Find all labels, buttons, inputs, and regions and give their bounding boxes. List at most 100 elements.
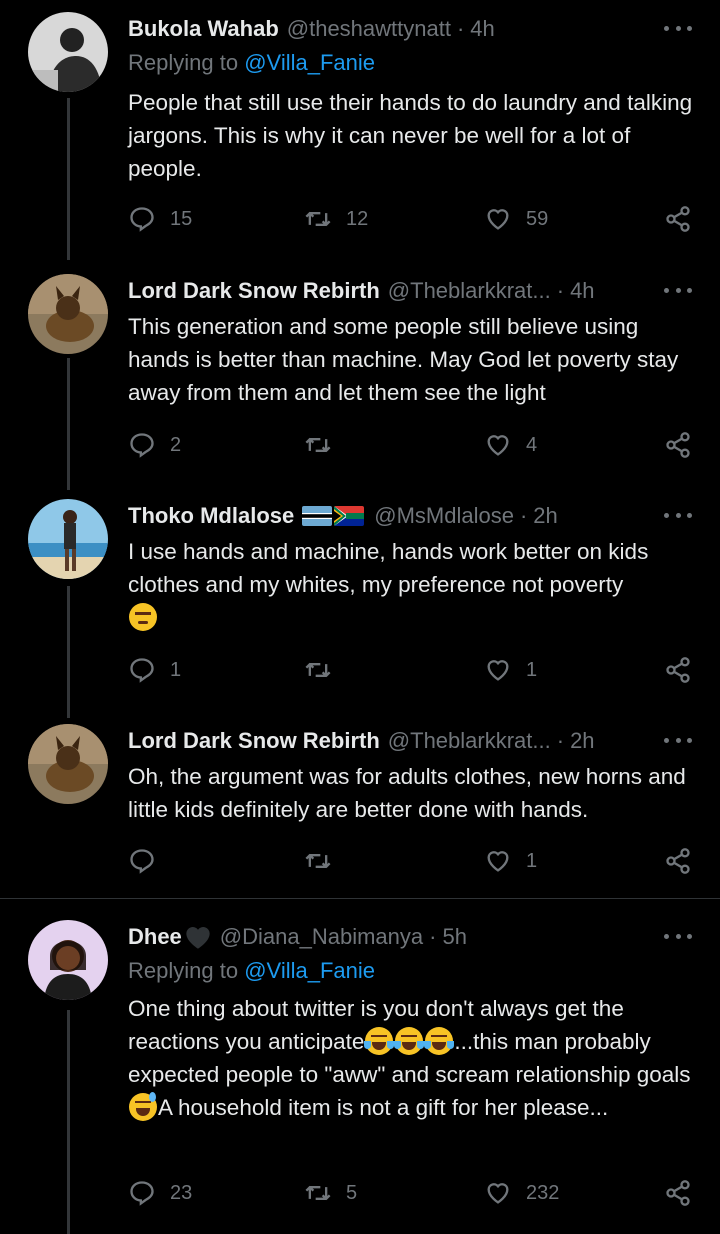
replying-to-link[interactable]: @Villa_Fanie bbox=[244, 50, 375, 75]
black-heart-icon bbox=[186, 927, 210, 949]
reply-button[interactable] bbox=[128, 844, 170, 878]
more-icon[interactable] bbox=[664, 16, 692, 40]
like-count: 1 bbox=[526, 658, 538, 681]
reply-icon bbox=[128, 847, 156, 875]
action-bar: 1 bbox=[128, 844, 693, 878]
thread-line bbox=[67, 586, 70, 718]
retweet-icon bbox=[304, 1179, 332, 1207]
separator-dot: · bbox=[429, 924, 437, 949]
share-icon bbox=[664, 656, 692, 684]
more-icon[interactable] bbox=[664, 924, 692, 948]
reply-count: 1 bbox=[170, 658, 182, 681]
retweet-button[interactable] bbox=[304, 653, 346, 687]
reply-icon bbox=[128, 1179, 156, 1207]
tweet-text: I use hands and machine, hands work bett… bbox=[128, 535, 698, 634]
share-button[interactable] bbox=[664, 653, 706, 687]
tears-of-joy-icon bbox=[364, 1027, 395, 1055]
separator-dot: · bbox=[556, 278, 565, 303]
tweet-text: Oh, the argument was for adults clothes,… bbox=[128, 764, 686, 822]
share-button[interactable] bbox=[664, 1176, 706, 1210]
retweet-button[interactable]: 12 bbox=[304, 202, 368, 236]
thread-line bbox=[67, 358, 70, 490]
like-button[interactable]: 1 bbox=[484, 653, 537, 687]
heart-icon bbox=[484, 656, 512, 684]
more-icon[interactable] bbox=[664, 278, 692, 302]
timestamp[interactable]: 2h bbox=[570, 728, 594, 754]
reply-icon bbox=[128, 205, 156, 233]
retweet-icon bbox=[304, 431, 332, 459]
like-button[interactable]: 59 bbox=[484, 202, 548, 236]
avatar[interactable] bbox=[28, 920, 108, 1000]
tweet-text-part3: A household item is not a gift for her p… bbox=[158, 1095, 609, 1120]
share-button[interactable] bbox=[664, 428, 706, 462]
replying-to: Replying to @Villa_Fanie bbox=[128, 958, 375, 984]
author-handle[interactable]: @Diana_Nabimanya bbox=[220, 924, 423, 950]
retweet-count: 12 bbox=[346, 207, 369, 230]
thread-line bbox=[67, 1010, 70, 1234]
author-name[interactable]: Bukola Wahab bbox=[128, 16, 279, 42]
avatar[interactable] bbox=[28, 724, 108, 804]
author-name[interactable]: Lord Dark Snow Rebirth bbox=[128, 728, 380, 754]
action-bar: 1 1 bbox=[128, 653, 693, 687]
retweet-icon bbox=[304, 205, 332, 233]
thread-line bbox=[67, 98, 70, 260]
retweet-button[interactable] bbox=[304, 428, 346, 462]
author-handle[interactable]: @Theblarkkrat... bbox=[388, 278, 551, 304]
tweet-text: People that still use their hands to do … bbox=[128, 90, 693, 181]
author-handle[interactable]: @MsMdlalose bbox=[374, 503, 514, 529]
reply-icon bbox=[128, 431, 156, 459]
share-icon bbox=[664, 431, 692, 459]
author-name[interactable]: Dhee bbox=[128, 924, 182, 950]
reply-button[interactable]: 23 bbox=[128, 1176, 192, 1210]
like-count: 232 bbox=[526, 1181, 560, 1204]
reply-count: 15 bbox=[170, 207, 193, 230]
like-count: 1 bbox=[526, 849, 538, 872]
timestamp[interactable]: 4h bbox=[470, 16, 494, 42]
reply-button[interactable]: 2 bbox=[128, 428, 181, 462]
timestamp[interactable]: 5h bbox=[442, 924, 466, 950]
separator-dot: · bbox=[556, 728, 565, 753]
share-button[interactable] bbox=[664, 202, 706, 236]
share-icon bbox=[664, 847, 692, 875]
share-icon bbox=[664, 1179, 692, 1207]
like-button[interactable]: 232 bbox=[484, 1176, 559, 1210]
tweet-text: One thing about twitter is you don't alw… bbox=[128, 992, 698, 1124]
retweet-button[interactable] bbox=[304, 844, 346, 878]
author-name[interactable]: Thoko Mdlalose bbox=[128, 503, 294, 529]
separator-dot: · bbox=[456, 16, 465, 41]
share-button[interactable] bbox=[664, 844, 706, 878]
author-name[interactable]: Lord Dark Snow Rebirth bbox=[128, 278, 380, 304]
reply-button[interactable]: 15 bbox=[128, 202, 192, 236]
author-handle[interactable]: @Theblarkkrat... bbox=[388, 728, 551, 754]
like-button[interactable]: 1 bbox=[484, 844, 537, 878]
more-icon[interactable] bbox=[664, 728, 692, 752]
retweet-icon bbox=[304, 847, 332, 875]
tweet-text-content: I use hands and machine, hands work bett… bbox=[128, 539, 649, 597]
action-bar: 2 4 bbox=[128, 428, 693, 462]
retweet-button[interactable]: 5 bbox=[304, 1176, 357, 1210]
tears-of-joy-icon bbox=[424, 1027, 455, 1055]
replying-to: Replying to @Villa_Fanie bbox=[128, 50, 375, 76]
like-count: 4 bbox=[526, 433, 538, 456]
like-button[interactable]: 4 bbox=[484, 428, 537, 462]
tears-of-joy-icon bbox=[394, 1027, 425, 1055]
reply-count: 2 bbox=[170, 433, 182, 456]
heart-icon bbox=[484, 847, 512, 875]
separator-dot: · bbox=[519, 503, 528, 528]
tweet-text: This generation and some people still be… bbox=[128, 314, 679, 405]
author-handle[interactable]: @theshawttynatt bbox=[287, 16, 451, 42]
avatar[interactable] bbox=[28, 12, 108, 92]
avatar[interactable] bbox=[28, 274, 108, 354]
action-bar: 15 12 59 bbox=[128, 202, 693, 236]
timestamp[interactable]: 4h bbox=[570, 278, 594, 304]
tweet-separator bbox=[0, 898, 720, 899]
heart-icon bbox=[484, 431, 512, 459]
retweet-icon bbox=[304, 656, 332, 684]
timestamp[interactable]: 2h bbox=[533, 503, 557, 529]
more-icon[interactable] bbox=[664, 503, 692, 527]
avatar[interactable] bbox=[28, 499, 108, 579]
south-africa-flag-icon bbox=[334, 506, 365, 526]
replying-to-link[interactable]: @Villa_Fanie bbox=[244, 958, 375, 983]
reply-button[interactable]: 1 bbox=[128, 653, 181, 687]
replying-prefix: Replying to bbox=[128, 50, 239, 75]
